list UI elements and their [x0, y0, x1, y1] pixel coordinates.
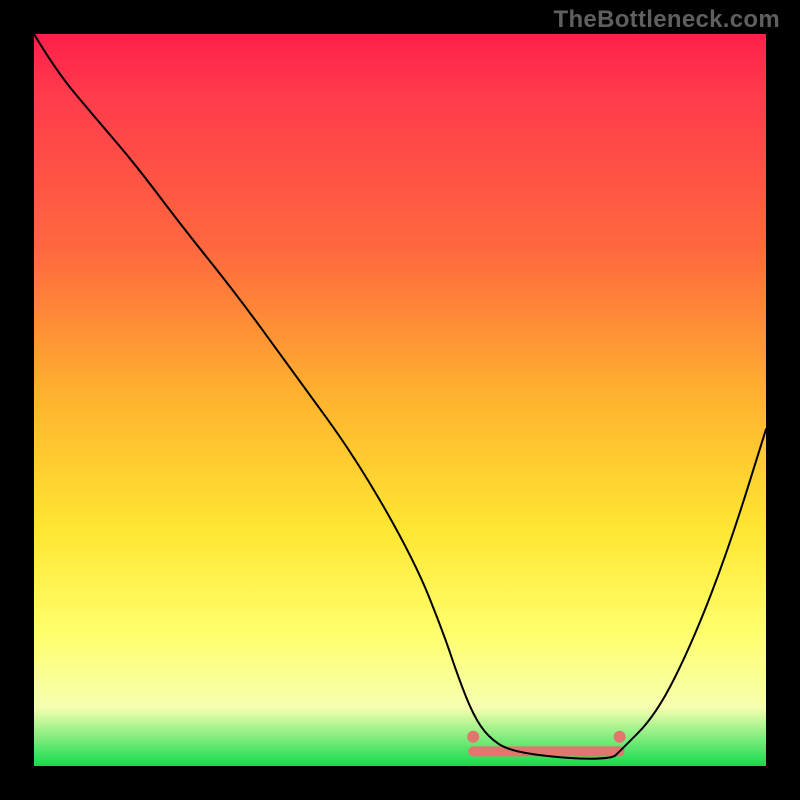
- highlight-dot-left: [467, 731, 479, 743]
- chart-container: TheBottleneck.com: [0, 0, 800, 800]
- bottleneck-curve: [34, 34, 766, 759]
- chart-svg: [34, 34, 766, 766]
- highlight-dot-right: [614, 731, 626, 743]
- watermark-text: TheBottleneck.com: [554, 6, 780, 34]
- plot-area: [34, 34, 766, 766]
